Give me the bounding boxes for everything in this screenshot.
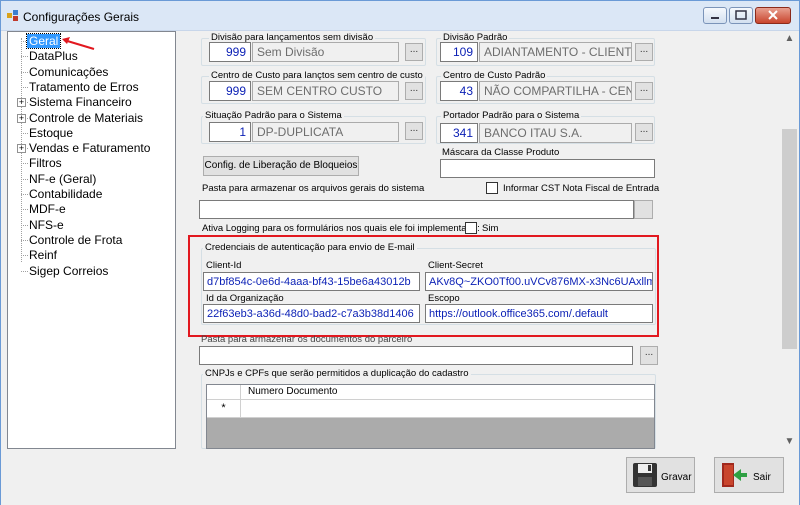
save-button[interactable]: Gravar xyxy=(626,457,695,493)
close-button[interactable] xyxy=(755,7,791,24)
divisao-padrao-lookup-button[interactable]: ... xyxy=(635,43,653,61)
cc-padrao-code[interactable]: 43 xyxy=(440,81,478,101)
situacao-label: Situação Padrão para o Sistema xyxy=(203,110,344,121)
tree-item-tratamento-de-erros[interactable]: Tratamento de Erros xyxy=(29,80,139,94)
maximize-icon xyxy=(735,10,747,20)
cst-checkbox-label: Informar CST Nota Fiscal de Entrada xyxy=(503,183,660,194)
logging-label: Ativa Logging para os formulários nos qu… xyxy=(202,223,480,234)
cst-checkbox[interactable] xyxy=(486,182,498,194)
expand-icon[interactable]: + xyxy=(17,144,26,154)
cc-sem-label: Centro de Custo para lançtos sem centro … xyxy=(209,70,425,81)
tree-connector xyxy=(21,178,28,180)
tree-connector xyxy=(21,56,28,58)
app-icon xyxy=(7,10,18,21)
divisao-padrao-code[interactable]: 109 xyxy=(440,42,478,62)
highlight-annotation xyxy=(188,235,659,337)
red-arrow-annotation xyxy=(62,37,95,50)
tree-connector xyxy=(21,194,28,195)
cnpj-grid-header: Numero Documento xyxy=(207,385,654,400)
divisao-sem-desc: Sem Divisão xyxy=(252,42,399,62)
tree-connector xyxy=(21,239,28,241)
tree-item-geral[interactable]: Geral xyxy=(25,33,62,49)
cc-sem-desc: SEM CENTRO CUSTO xyxy=(252,81,399,101)
cc-sem-lookup-button[interactable]: ... xyxy=(405,82,423,100)
divisao-sem-lookup-button[interactable]: ... xyxy=(405,43,423,61)
cnpj-label: CNPJs e CPFs que serão permitidos a dupl… xyxy=(203,368,471,379)
floppy-disk-icon xyxy=(633,463,657,487)
tree-item-comunica-es[interactable]: Comunicações xyxy=(29,65,108,79)
situacao-lookup-button[interactable]: ... xyxy=(405,122,423,140)
close-icon xyxy=(768,10,778,20)
tree-item-sistema-financeiro[interactable]: Sistema Financeiro xyxy=(29,95,132,109)
tree-connector xyxy=(21,255,28,257)
divisao-sem-code[interactable]: 999 xyxy=(209,42,251,62)
portador-lookup-button[interactable]: ... xyxy=(635,123,653,141)
tree-item-estoque[interactable]: Estoque xyxy=(29,126,73,140)
tree-connector xyxy=(21,71,28,73)
cc-padrao-lookup-button[interactable]: ... xyxy=(635,82,653,100)
logging-option-label: Sim xyxy=(482,223,499,234)
tree-connector xyxy=(21,163,28,165)
portador-code[interactable]: 341 xyxy=(440,123,478,143)
vertical-scrollbar[interactable]: ▲ ▼ xyxy=(781,31,798,449)
category-tree[interactable]: Geral DataPlus Comunicações Tratamento de E… xyxy=(7,31,176,449)
tree-connector xyxy=(21,86,28,88)
mascara-label: Máscara da Classe Produto xyxy=(442,147,560,158)
tree-connector xyxy=(21,209,28,211)
tree-connector xyxy=(21,224,28,226)
minimize-button[interactable] xyxy=(703,7,727,24)
divisao-padrao-desc: ADIANTAMENTO - CLIENTE xyxy=(479,42,632,62)
main-window: Configurações Gerais Geral DataPlus Comuni… xyxy=(0,0,800,505)
situacao-desc: DP-DUPLICATA xyxy=(252,122,399,142)
tree-item-nf-e-geral[interactable]: NF-e (Geral) xyxy=(29,172,96,186)
exit-door-icon xyxy=(722,463,747,487)
tree-item-vendas-e-faturamento[interactable]: Vendas e Faturamento xyxy=(29,141,150,155)
maximize-button[interactable] xyxy=(729,7,753,24)
title-bar: Configurações Gerais xyxy=(1,1,799,31)
pasta-parceiro-label: Pasta para armazenar os documentos do pa… xyxy=(201,334,413,345)
tree-connector xyxy=(21,132,28,134)
window-title: Configurações Gerais xyxy=(23,10,140,24)
tree-item-controle-de-materiais[interactable]: Controle de Materiais xyxy=(29,111,143,125)
cc-padrao-label: Centro de Custo Padrão xyxy=(441,70,548,81)
tree-item-contabilidade[interactable]: Contabilidade xyxy=(29,187,102,201)
cc-sem-code[interactable]: 999 xyxy=(209,81,251,101)
logging-checkbox[interactable] xyxy=(465,222,477,234)
scroll-down-icon[interactable]: ▼ xyxy=(781,434,798,449)
expand-icon[interactable]: + xyxy=(17,98,26,108)
exit-button[interactable]: Sair xyxy=(714,457,784,493)
pasta-arquivos-browse-button[interactable] xyxy=(634,200,653,219)
pasta-arquivos-label: Pasta para armazenar os arquivos gerais … xyxy=(202,183,425,194)
cnpj-new-row[interactable]: * xyxy=(207,400,654,418)
tree-item-reinf[interactable]: Reinf xyxy=(29,248,57,262)
save-label: Gravar xyxy=(661,472,692,483)
tree-item-controle-de-frota[interactable]: Controle de Frota xyxy=(29,233,122,247)
situacao-code[interactable]: 1 xyxy=(209,122,251,142)
portador-label: Portador Padrão para o Sistema xyxy=(441,110,582,121)
minimize-icon xyxy=(711,17,719,19)
expand-icon[interactable]: + xyxy=(17,113,26,123)
pasta-parceiro-browse-button[interactable]: ... xyxy=(640,346,658,365)
pasta-parceiro-input[interactable] xyxy=(199,346,633,365)
new-row-marker: * xyxy=(207,400,241,417)
liberacao-bloqueios-button[interactable]: Config. de Liberação de Bloqueios xyxy=(203,156,359,176)
exit-label: Sair xyxy=(753,472,771,483)
tree-connector xyxy=(21,270,28,272)
portador-desc: BANCO ITAU S.A. xyxy=(479,123,632,143)
scroll-up-icon[interactable]: ▲ xyxy=(781,31,798,46)
cnpj-grid[interactable]: Numero Documento * xyxy=(206,384,655,449)
tree-item-nfs-e[interactable]: NFS-e xyxy=(29,218,64,232)
pasta-arquivos-input[interactable] xyxy=(199,200,634,219)
tree-item-sigep-correios[interactable]: Sigep Correios xyxy=(29,264,108,278)
tree-item-mdf-e[interactable]: MDF-e xyxy=(29,202,66,216)
scroll-thumb[interactable] xyxy=(782,129,797,349)
mascara-input[interactable] xyxy=(440,159,655,178)
tree-item-filtros[interactable]: Filtros xyxy=(29,156,62,170)
numero-documento-column[interactable]: Numero Documento xyxy=(248,386,337,397)
cc-padrao-desc: NÃO COMPARTILHA - CENT xyxy=(479,81,632,101)
